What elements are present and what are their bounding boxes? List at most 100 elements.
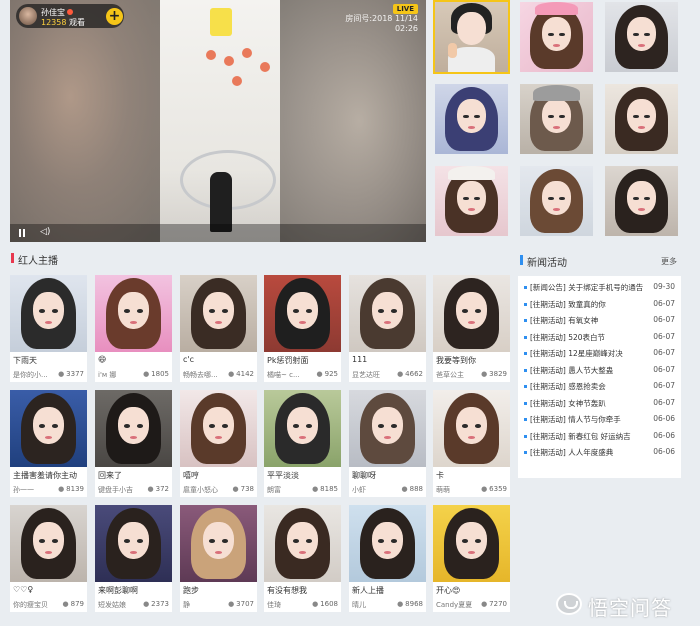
streamer-card[interactable]: 😄 i'м 娜 ● 1805 xyxy=(95,275,172,382)
news-item[interactable]: [往期活动] 人人年度盛典 06-06 xyxy=(524,446,675,463)
featured-room-thumb[interactable] xyxy=(518,82,595,156)
streamer-caption: 我要等到你 xyxy=(436,356,476,365)
room-info: 房间号:2018 11/14 02:26 xyxy=(345,14,418,34)
news-more-link[interactable]: 更多 xyxy=(661,256,677,267)
news-item[interactable]: [往期活动] 新春红包 好运纳吉 06-06 xyxy=(524,430,675,447)
featured-room-thumb[interactable] xyxy=(433,0,510,74)
room-time: 02:26 xyxy=(394,24,418,33)
streamer-thumbnail[interactable] xyxy=(349,275,426,352)
streamer-thumbnail[interactable] xyxy=(180,275,257,352)
news-item[interactable]: [往期活动] 致童真的你 06-07 xyxy=(524,298,675,315)
streamer-card[interactable]: c'c 畅畅去哪... ● 4142 xyxy=(180,275,257,382)
news-item[interactable]: [往期活动] 12星座巅峰对决 06-07 xyxy=(524,347,675,364)
streamer-card[interactable]: 来啊彭聊啊 短发姑娘 ● 2373 xyxy=(95,505,172,612)
streamer-thumbnail[interactable] xyxy=(95,505,172,582)
featured-room-thumb[interactable] xyxy=(603,82,680,156)
news-item[interactable]: [往期活动] 情人节与你牵手 06-06 xyxy=(524,413,675,430)
microphone xyxy=(210,172,232,232)
streamer-name: 畅畅去哪... xyxy=(183,371,218,379)
news-item[interactable]: [往期活动] 感恩抢卖会 06-07 xyxy=(524,380,675,397)
user-icon: ● xyxy=(481,485,488,493)
streamer-thumbnail[interactable] xyxy=(264,505,341,582)
live-video-player[interactable]: 孙佳宝 12358 观看 + LIVE 房间号:2018 11/14 02:26… xyxy=(10,0,426,242)
host-name: 孙佳宝 xyxy=(41,8,65,17)
viewer-count: 3829 xyxy=(489,370,507,378)
streamer-thumbnail[interactable] xyxy=(264,390,341,467)
streamer-thumbnail[interactable] xyxy=(10,505,87,582)
streamer-caption: 聊聊呀 xyxy=(352,471,376,480)
streamer-card[interactable]: 回来了 键盘手小吉 ● 372 xyxy=(95,390,172,497)
streamer-name: 你的瘦宝贝 xyxy=(13,601,48,609)
featured-room-thumb[interactable] xyxy=(518,0,595,74)
streamer-card[interactable]: 平平淡淡 朗富 ● 8185 xyxy=(264,390,341,497)
viewer-stat: ● 4662 xyxy=(397,370,423,378)
viewer-stat: ● 6359 xyxy=(481,485,507,493)
news-item[interactable]: [往期活动] 520表白节 06-07 xyxy=(524,331,675,348)
streamer-caption: ♡♡♀ xyxy=(13,585,34,594)
news-item[interactable]: [往期活动] 有氧女神 06-07 xyxy=(524,314,675,331)
featured-room-thumb[interactable] xyxy=(518,164,595,238)
user-icon: ● xyxy=(58,370,65,378)
streamer-thumbnail[interactable] xyxy=(349,505,426,582)
viewer-stat: ● 3707 xyxy=(228,600,254,608)
streamer-thumbnail[interactable] xyxy=(433,505,510,582)
viewer-count: 888 xyxy=(409,485,423,493)
streamer-card[interactable]: 下雨天 是你的小... ● 3377 xyxy=(10,275,87,382)
streamer-thumbnail[interactable] xyxy=(95,275,172,352)
user-icon: ● xyxy=(58,485,65,493)
streamer-caption: 跑步 xyxy=(183,586,199,595)
streamer-card[interactable]: 我要等到你 爸草公主 ● 3829 xyxy=(433,275,510,382)
streamer-card[interactable]: 开心😍 Candy夏夏 ● 7270 xyxy=(433,505,510,612)
streamer-card[interactable]: 嘻哼 扈童小怒心 ● 738 xyxy=(180,390,257,497)
featured-room-grid xyxy=(433,0,696,242)
news-item[interactable]: [往期活动] 女神节轰趴 06-07 xyxy=(524,397,675,414)
news-item[interactable]: [往期活动] 愚人节大整蛊 06-07 xyxy=(524,364,675,381)
streamer-thumbnail[interactable] xyxy=(264,275,341,352)
streamer-thumbnail[interactable] xyxy=(349,390,426,467)
streamer-caption: 来啊彭聊啊 xyxy=(98,586,138,595)
host-info-card: 孙佳宝 12358 观看 + xyxy=(16,4,124,28)
streamer-thumbnail[interactable] xyxy=(95,390,172,467)
host-avatar[interactable] xyxy=(19,7,37,25)
streamer-card[interactable]: 新人上播 晴儿 ● 8968 xyxy=(349,505,426,612)
user-icon: ● xyxy=(228,370,235,378)
streamer-caption: 卡 xyxy=(436,471,444,480)
wukong-logo-icon xyxy=(556,593,582,615)
watermark-text: 悟空问答 xyxy=(588,596,672,620)
viewer-stat: ● 925 xyxy=(317,370,338,378)
featured-room-thumb[interactable] xyxy=(433,164,510,238)
viewer-stat: ● 4142 xyxy=(228,370,254,378)
follow-button[interactable]: + xyxy=(106,8,123,25)
streamer-thumbnail[interactable] xyxy=(10,390,87,467)
pause-icon[interactable] xyxy=(18,229,26,237)
streamer-card[interactable]: 聊聊呀 小虾 ● 888 xyxy=(349,390,426,497)
streamer-name: 是你的小... xyxy=(13,371,48,379)
viewer-stat: ● 888 xyxy=(402,485,423,493)
streamer-thumbnail[interactable] xyxy=(433,390,510,467)
featured-room-thumb[interactable] xyxy=(433,82,510,156)
streamer-card[interactable]: 111 显艺达旺 ● 4662 xyxy=(349,275,426,382)
streamer-card[interactable]: 有没有想我 佳琦 ● 1608 xyxy=(264,505,341,612)
streamer-thumbnail[interactable] xyxy=(180,505,257,582)
streamer-name: 晴儿 xyxy=(352,601,366,609)
featured-room-thumb[interactable] xyxy=(603,0,680,74)
viewer-stat: ● 8968 xyxy=(397,600,423,608)
viewer-suffix: 观看 xyxy=(69,18,85,27)
streamer-name: Candy夏夏 xyxy=(436,601,473,609)
user-icon: ● xyxy=(401,485,408,493)
streamer-name: i'м 娜 xyxy=(98,371,117,379)
news-item[interactable]: [新闻公告] 关于绑定手机号的通告 09-30 xyxy=(524,281,675,298)
streamer-card[interactable]: Pk惩罚射面 橘喵~ c... ● 925 xyxy=(264,275,341,382)
featured-room-thumb[interactable] xyxy=(603,164,680,238)
streamer-card[interactable]: 主播害羞请你主动 孙一一 ● 8139 xyxy=(10,390,87,497)
streamer-name: 朗富 xyxy=(267,486,281,494)
speaker-icon[interactable]: ◁) xyxy=(40,227,50,237)
streamer-thumbnail[interactable] xyxy=(180,390,257,467)
streamer-card[interactable]: ♡♡♀ 你的瘦宝贝 ● 879 xyxy=(10,505,87,612)
streamer-card[interactable]: 跑步静 ● 3707 xyxy=(180,505,257,612)
viewer-count: 1805 xyxy=(151,370,169,378)
streamer-thumbnail[interactable] xyxy=(433,275,510,352)
user-icon: ● xyxy=(312,600,319,608)
streamer-card[interactable]: 卡萌萌 ● 6359 xyxy=(433,390,510,497)
streamer-thumbnail[interactable] xyxy=(10,275,87,352)
